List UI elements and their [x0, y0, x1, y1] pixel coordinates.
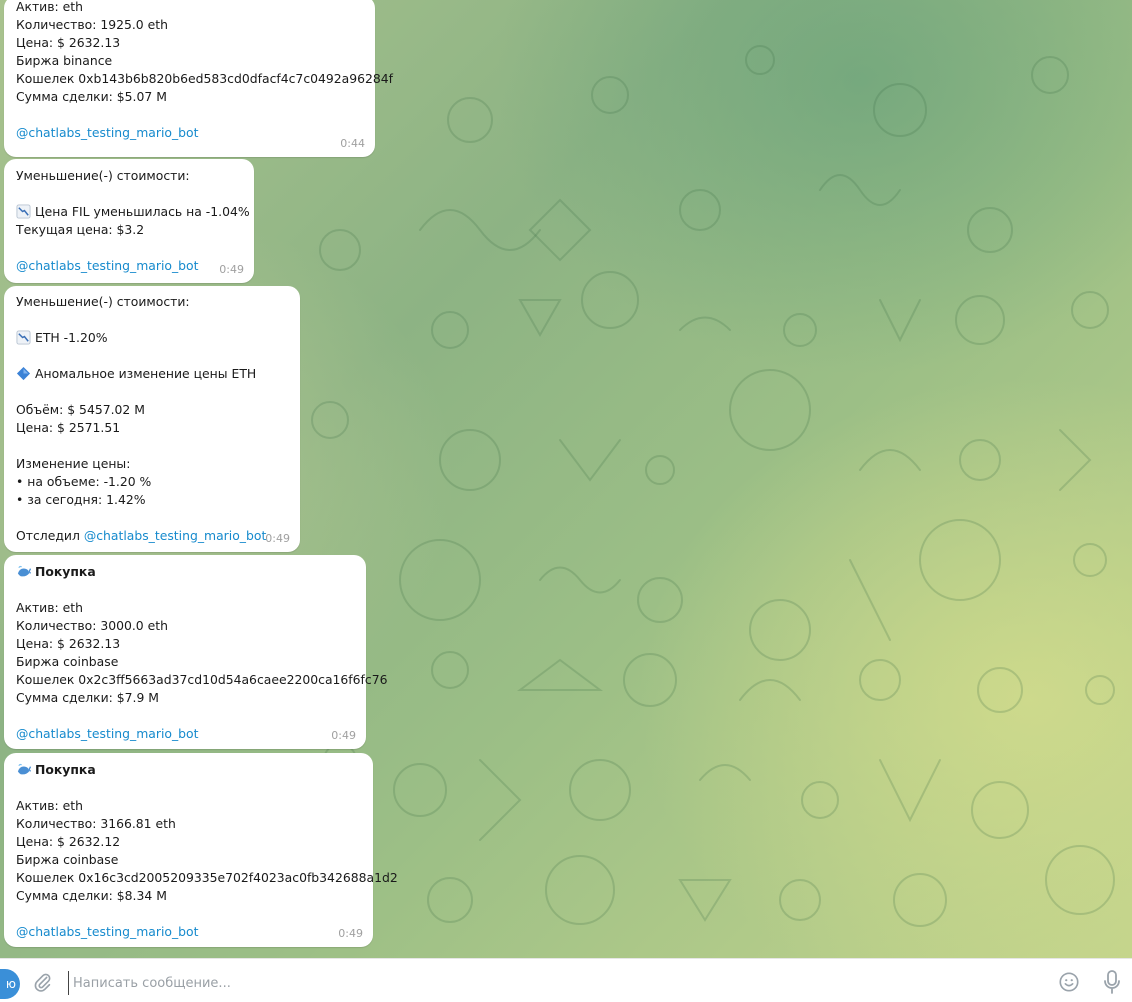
message-line: Биржа binance	[16, 53, 113, 68]
chat-area: Актив: eth Количество: 1925.0 eth Цена: …	[0, 0, 1132, 958]
message-time: 0:49	[265, 532, 290, 545]
bot-mention-link[interactable]: @chatlabs_testing_mario_bot	[84, 528, 267, 543]
message-line: Кошелек 0xb143b6b820b6ed583cd0dfacf4c7c0…	[16, 71, 394, 86]
bot-mention-link[interactable]: @chatlabs_testing_mario_bot	[16, 125, 199, 140]
message-bubble: Покупка Актив: eth Количество: 3000.0 et…	[4, 555, 388, 749]
message-line: Количество: 3000.0 eth	[16, 618, 168, 633]
price-text: Цена: $ 2571.51	[16, 420, 121, 435]
change-header: Изменение цены:	[16, 456, 131, 471]
message-input[interactable]	[68, 971, 975, 995]
message-line: Количество: 3166.81 eth	[16, 816, 176, 831]
current-price: Текущая цена: $3.2	[16, 222, 145, 237]
message-bubble: Уменьшение(-) стоимости: Цена FIL уменьш…	[4, 159, 254, 283]
message-line: Актив: eth	[16, 0, 83, 14]
change-volume: • на объеме: -1.20 %	[16, 474, 152, 489]
chart-decreasing-icon	[16, 330, 31, 345]
message-time: 0:49	[219, 263, 244, 276]
alert-text: ETH -1.20%	[35, 330, 108, 345]
chart-decreasing-icon	[16, 204, 31, 219]
alert-header: Уменьшение(-) стоимости:	[16, 168, 190, 183]
message-line: Актив: eth	[16, 600, 83, 615]
paperclip-icon[interactable]	[32, 971, 54, 993]
bot-mention-link[interactable]: @chatlabs_testing_mario_bot	[16, 258, 199, 273]
message-line: Кошелек 0x2c3ff5663ad37cd10d54a6caee2200…	[16, 672, 388, 687]
bot-mention-link[interactable]: @chatlabs_testing_mario_bot	[16, 726, 199, 741]
message-line: Сумма сделки: $5.07 M	[16, 89, 167, 104]
message-bubble: Актив: eth Количество: 1925.0 eth Цена: …	[4, 0, 394, 157]
change-today: • за сегодня: 1.42%	[16, 492, 146, 507]
message-line: Цена: $ 2632.13	[16, 35, 121, 50]
message-line: Цена: $ 2632.13	[16, 636, 121, 651]
smile-icon[interactable]	[1058, 971, 1080, 993]
trade-title: Покупка	[35, 564, 96, 579]
alert-header: Уменьшение(-) стоимости:	[16, 294, 190, 309]
message-line: Цена: $ 2632.12	[16, 834, 121, 849]
send-button[interactable]: ю	[0, 969, 20, 999]
message-time: 0:49	[331, 729, 356, 742]
blue-diamond-icon	[16, 366, 31, 381]
volume-text: Объём: $ 5457.02 M	[16, 402, 145, 417]
alert-text: Цена FIL уменьшилась на -1.04%	[35, 204, 250, 219]
tracked-prefix: Отследил	[16, 528, 84, 543]
message-line: Количество: 1925.0 eth	[16, 17, 168, 32]
whale-icon	[17, 763, 31, 775]
trade-title: Покупка	[35, 762, 96, 777]
message-line: Актив: eth	[16, 798, 83, 813]
message-line: Биржа coinbase	[16, 852, 119, 867]
message-line: Сумма сделки: $8.34 M	[16, 888, 167, 903]
whale-icon	[17, 565, 31, 577]
message-line: Кошелек 0x16c3cd2005209335e702f4023ac0fb…	[16, 870, 398, 885]
microphone-icon[interactable]	[1102, 969, 1122, 995]
message-line: Биржа coinbase	[16, 654, 119, 669]
anomaly-text: Аномальное изменение цены ETH	[35, 366, 257, 381]
message-time: 0:44	[340, 137, 365, 150]
message-line: Сумма сделки: $7.9 M	[16, 690, 160, 705]
bot-mention-link[interactable]: @chatlabs_testing_mario_bot	[16, 924, 199, 939]
message-composer: ю	[0, 958, 1132, 1002]
message-bubble: Уменьшение(-) стоимости: ETH -1.20% Аном…	[4, 286, 300, 552]
message-time: 0:49	[338, 927, 363, 940]
message-bubble: Покупка Актив: eth Количество: 3166.81 e…	[4, 753, 398, 947]
